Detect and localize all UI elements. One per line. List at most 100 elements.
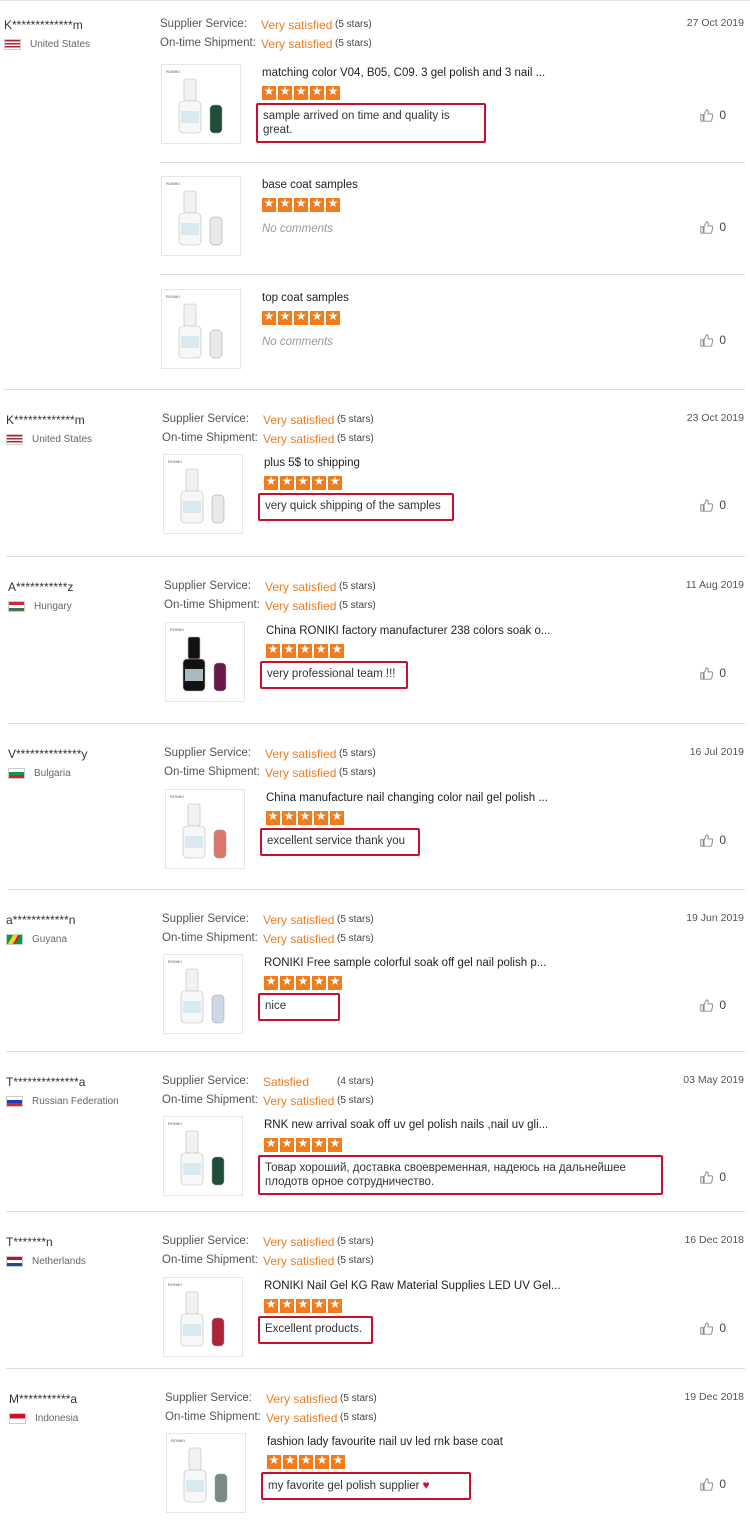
country-name: Hungary: [34, 601, 72, 612]
thumbs-up-icon: [700, 1321, 714, 1335]
star-rating: [262, 309, 340, 325]
like-button[interactable]: 0: [700, 333, 726, 347]
country-name: United States: [32, 434, 93, 445]
like-button[interactable]: 0: [700, 833, 726, 847]
star-icon: [280, 974, 294, 990]
review-date: 16 Jul 2019: [689, 746, 744, 758]
svg-text:RONIKI: RONIKI: [171, 1438, 185, 1443]
product-title-link[interactable]: China manufacture nail changing color na…: [266, 792, 548, 804]
netherlands-flag-icon: [6, 1256, 23, 1267]
buyer-name: K*************m: [4, 18, 83, 32]
buyer-country: Netherlands: [6, 1256, 86, 1267]
product-thumbnail[interactable]: RONIKI: [161, 289, 241, 369]
like-count: 0: [719, 1170, 726, 1184]
star-icon: [296, 974, 310, 990]
product-thumbnail[interactable]: RONIKI: [163, 1116, 243, 1196]
product-thumbnail[interactable]: RONIKI: [161, 176, 241, 256]
buyer-country: United States: [4, 39, 90, 50]
star-icon: [296, 1136, 310, 1152]
product-title-link[interactable]: China RONIKI factory manufacturer 238 co…: [266, 625, 550, 637]
star-icon: [278, 84, 292, 100]
russia-flag-icon: [6, 1096, 23, 1107]
star-icon: [326, 309, 340, 325]
product-title-link[interactable]: fashion lady favourite nail uv led rnk b…: [267, 1436, 503, 1448]
review-comment-text: very professional team !!!: [267, 668, 396, 680]
bulgaria-flag-icon: [8, 768, 25, 779]
like-button[interactable]: 0: [700, 1321, 726, 1335]
star-icon: [326, 196, 340, 212]
star-icon: [328, 1297, 342, 1313]
product-title-link[interactable]: matching color V04, B05, C09. 3 gel poli…: [262, 67, 545, 79]
star-icon: [264, 1297, 278, 1313]
buyer-country: Indonesia: [9, 1413, 78, 1424]
on-time-shipment-stars: (5 stars): [335, 38, 372, 49]
like-button[interactable]: 0: [700, 220, 726, 234]
review-divider: [6, 1211, 745, 1212]
star-icon: [298, 809, 312, 825]
product-thumbnail[interactable]: RONIKI: [163, 954, 243, 1034]
product-thumbnail[interactable]: RONIKI: [165, 622, 245, 702]
product-thumbnail[interactable]: RONIKI: [163, 454, 243, 534]
review-comment: sample arrived on time and quality is gr…: [256, 103, 486, 143]
product-thumbnail[interactable]: RONIKI: [166, 1433, 246, 1513]
star-rating: [264, 1297, 342, 1313]
on-time-shipment-value: Very satisfied: [263, 1254, 335, 1268]
like-button[interactable]: 0: [700, 498, 726, 512]
star-icon: [283, 1453, 297, 1469]
review-comment: very quick shipping of the samples: [258, 493, 454, 521]
supplier-service-value: Very satisfied: [265, 747, 337, 761]
product-title-link[interactable]: base coat samples: [262, 179, 358, 191]
on-time-shipment-value: Very satisfied: [263, 1094, 335, 1108]
like-button[interactable]: 0: [700, 108, 726, 122]
supplier-service-stars: (5 stars): [337, 1236, 374, 1247]
thumbs-up-icon: [700, 833, 714, 847]
star-icon: [266, 642, 280, 658]
buyer-country: Guyana: [6, 934, 67, 945]
star-icon: [310, 196, 324, 212]
star-icon: [262, 84, 276, 100]
on-time-shipment-label: On-time Shipment:: [164, 599, 260, 611]
supplier-service-value: Very satisfied: [261, 18, 333, 32]
on-time-shipment-value: Very satisfied: [263, 932, 335, 946]
review-comment: Товар хороший, доставка своевременная, н…: [258, 1155, 663, 1195]
country-name: Russian Federation: [32, 1096, 119, 1107]
star-icon: [266, 809, 280, 825]
product-thumbnail[interactable]: RONIKI: [161, 64, 241, 144]
product-title-link[interactable]: top coat samples: [262, 292, 349, 304]
review-date: 03 May 2019: [683, 1074, 744, 1086]
like-button[interactable]: 0: [700, 1477, 726, 1491]
review-comment-text: very quick shipping of the samples: [265, 500, 441, 512]
thumbs-up-icon: [700, 1170, 714, 1184]
review-comment-text: nice: [265, 1000, 287, 1012]
review-divider: [6, 556, 745, 557]
star-icon: [312, 474, 326, 490]
like-button[interactable]: 0: [700, 998, 726, 1012]
star-icon: [330, 809, 344, 825]
star-icon: [328, 1136, 342, 1152]
on-time-shipment-stars: (5 stars): [337, 433, 374, 444]
star-icon: [282, 642, 296, 658]
star-icon: [296, 474, 310, 490]
product-title-link[interactable]: RNK new arrival soak off uv gel polish n…: [264, 1119, 548, 1131]
supplier-service-stars: (5 stars): [335, 19, 372, 30]
product-thumbnail[interactable]: RONIKI: [165, 789, 245, 869]
star-rating: [264, 974, 342, 990]
star-icon: [312, 974, 326, 990]
star-rating: [262, 84, 340, 100]
product-thumbnail[interactable]: RONIKI: [163, 1277, 243, 1357]
supplier-service-stars: (5 stars): [337, 914, 374, 925]
guyana-flag-icon: [6, 934, 23, 945]
like-button[interactable]: 0: [700, 1170, 726, 1184]
star-rating: [266, 642, 344, 658]
review-comment: No comments: [262, 336, 333, 348]
on-time-shipment-value: Very satisfied: [265, 599, 337, 613]
review-comment: my favorite gel polish supplier ♥: [261, 1472, 471, 1500]
review-date: 23 Oct 2019: [686, 412, 744, 424]
product-title-link[interactable]: RONIKI Nail Gel KG Raw Material Supplies…: [264, 1280, 561, 1292]
svg-text:RONIKI: RONIKI: [170, 627, 184, 632]
product-title-link[interactable]: plus 5$ to shipping: [264, 457, 360, 469]
like-button[interactable]: 0: [700, 666, 726, 680]
star-rating: [262, 196, 340, 212]
product-title-link[interactable]: RONIKI Free sample colorful soak off gel…: [264, 957, 546, 969]
thumbs-up-icon: [700, 108, 714, 122]
